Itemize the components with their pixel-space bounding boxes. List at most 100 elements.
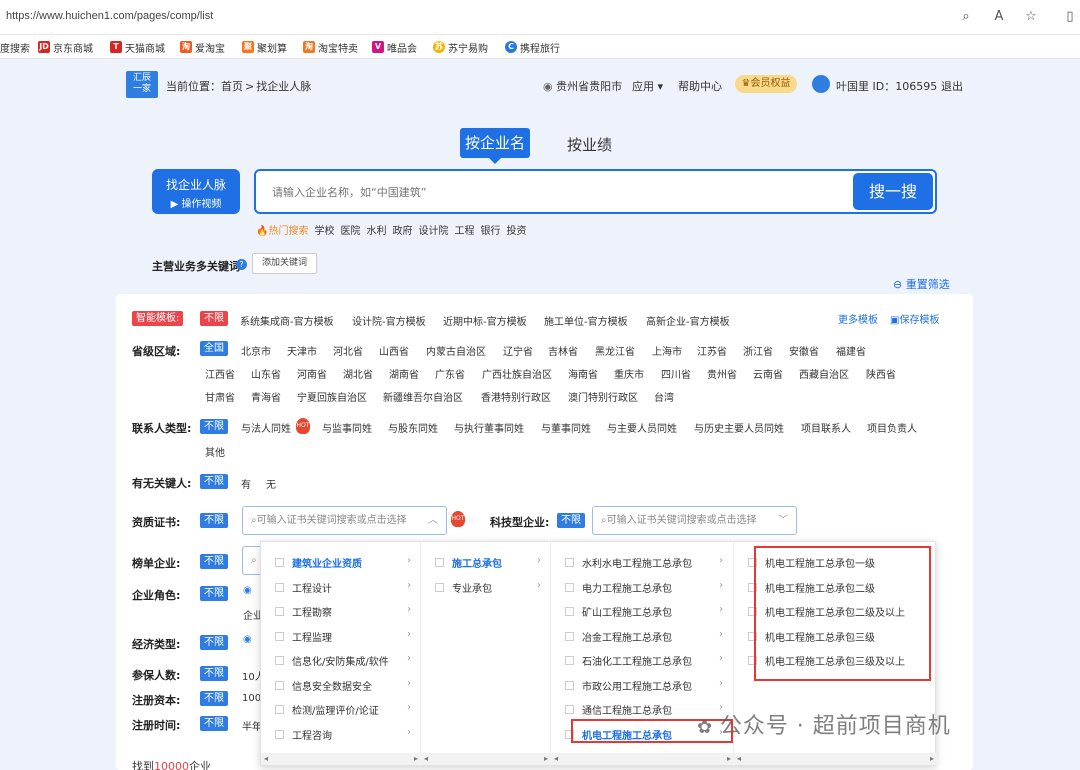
contact-option[interactable]: 与执行董事同姓 — [454, 420, 524, 435]
role-unlimited[interactable]: 不限 — [200, 586, 228, 601]
cascade-item[interactable]: 检测/监理评价/论证 — [275, 702, 379, 717]
region-option[interactable]: 台湾 — [654, 389, 674, 404]
region-option[interactable]: 澳门特别行政区 — [568, 389, 638, 404]
region-option[interactable]: 四川省 — [661, 366, 691, 381]
cascade-item[interactable]: 通信工程施工总承包 — [565, 702, 672, 717]
split-screen-icon[interactable]: ▯ — [1062, 9, 1078, 25]
scrollbar[interactable]: ◂ ▸ — [421, 753, 551, 765]
logout-link[interactable]: 退出 — [941, 78, 963, 94]
cascade-item[interactable]: 专业承包 — [435, 580, 492, 595]
cascade-item[interactable]: 信息安全数据安全 — [275, 678, 372, 693]
radio-icon[interactable]: ◉ — [243, 634, 252, 645]
checkbox[interactable] — [275, 656, 284, 665]
search-input[interactable] — [272, 184, 772, 200]
region-option[interactable]: 福建省 — [836, 343, 866, 358]
region-option[interactable]: 河北省 — [333, 343, 363, 358]
cascade-item[interactable]: 市政公用工程施工总承包 — [565, 678, 692, 693]
hot-search-link[interactable]: 设计院 — [418, 222, 448, 237]
checkbox[interactable] — [565, 631, 574, 641]
contact-option[interactable]: 其他 — [205, 444, 225, 459]
checkbox[interactable] — [565, 558, 574, 567]
region-option[interactable]: 内蒙古自治区 — [426, 343, 486, 358]
region-option[interactable]: 云南省 — [753, 366, 783, 381]
find-contacts-button[interactable]: 找企业人脉 ▶ 操作视频 — [152, 169, 240, 214]
apps-menu[interactable]: 应用 ▾ — [632, 78, 663, 94]
template-option[interactable]: 近期中标-官方模板 — [443, 313, 527, 328]
capital-unlimited[interactable]: 不限 — [200, 691, 228, 706]
ranking-unlimited[interactable]: 不限 — [200, 554, 228, 569]
avatar[interactable] — [812, 75, 830, 93]
checkbox[interactable] — [275, 582, 284, 592]
hot-search-link[interactable]: 水利 — [366, 222, 386, 237]
template-option[interactable]: 高新企业-官方模板 — [646, 313, 730, 328]
bookmark-baidu[interactable]: 度搜索 — [0, 39, 30, 55]
contact-option[interactable]: 与股东同姓 — [388, 420, 438, 435]
bookmark-jd[interactable]: JD 京东商城 — [38, 39, 93, 55]
template-unlimited[interactable]: 不限 — [200, 311, 228, 326]
economy-unlimited[interactable]: 不限 — [200, 635, 228, 650]
cascade-item[interactable]: 工程监理 — [275, 629, 332, 644]
cascade-item[interactable]: 工程设计 — [275, 580, 332, 595]
regtime-option[interactable]: 半年 — [242, 718, 262, 733]
checkbox[interactable] — [565, 582, 574, 592]
zoom-icon[interactable]: ⌕ — [958, 9, 974, 25]
tab-by-performance[interactable]: 按业绩 — [567, 134, 612, 155]
region-option[interactable]: 陕西省 — [866, 366, 896, 381]
region-option[interactable]: 山东省 — [251, 366, 281, 381]
bookmark-tmall[interactable]: T 天猫商城 — [110, 39, 165, 55]
region-option[interactable]: 重庆市 — [614, 366, 644, 381]
hot-search-link[interactable]: 医院 — [340, 222, 360, 237]
region-option[interactable]: 广东省 — [435, 366, 465, 381]
read-aloud-icon[interactable]: A — [991, 9, 1007, 25]
checkbox[interactable] — [275, 729, 284, 739]
hot-search-link[interactable]: 工程 — [454, 222, 474, 237]
bookmark-taobao[interactable]: 淘淘宝特卖 — [303, 39, 358, 55]
tab-by-company-name[interactable]: 按企业名 — [460, 128, 530, 158]
contact-option[interactable]: 与主要人员同姓 — [607, 420, 677, 435]
contact-option[interactable]: 项目负责人 — [867, 420, 917, 435]
reset-filters-button[interactable]: ⊖ 重置筛选 — [893, 276, 950, 292]
region-option[interactable]: 新疆维吾尔自治区 — [383, 389, 463, 404]
contact-unlimited[interactable]: 不限 — [200, 419, 228, 434]
help-question-icon[interactable]: ? — [236, 259, 247, 270]
cascade-item[interactable]: 建筑业企业资质 — [275, 555, 362, 570]
region-option[interactable]: 海南省 — [568, 366, 598, 381]
bookmark-aitaobao[interactable]: 淘爱淘宝 — [180, 39, 225, 55]
save-template-button[interactable]: ▣保存模板 — [890, 311, 939, 326]
template-option[interactable]: 设计院-官方模板 — [352, 313, 426, 328]
region-option[interactable]: 辽宁省 — [503, 343, 533, 358]
contact-option[interactable]: 项目联系人 — [801, 420, 851, 435]
cascade-item[interactable]: 石油化工工程施工总承包 — [565, 653, 692, 668]
favorite-star-icon[interactable]: ☆ — [1023, 9, 1039, 25]
region-option[interactable]: 甘肃省 — [205, 389, 235, 404]
region-option[interactable]: 香港特别行政区 — [481, 389, 551, 404]
key-person-unlimited[interactable]: 不限 — [200, 474, 228, 489]
bookmark-vip[interactable]: V 唯品会 — [372, 39, 417, 55]
vip-benefits-button[interactable]: ♛会员权益 — [735, 75, 797, 93]
checkbox[interactable] — [275, 705, 284, 714]
hot-search-link[interactable]: 银行 — [480, 222, 500, 237]
checkbox[interactable] — [275, 607, 284, 616]
checkbox[interactable] — [565, 680, 574, 690]
checkbox[interactable] — [275, 558, 284, 567]
regtime-unlimited[interactable]: 不限 — [200, 716, 228, 731]
template-option[interactable]: 施工单位-官方模板 — [544, 313, 628, 328]
hot-search-link[interactable]: 政府 — [392, 222, 412, 237]
checkbox[interactable] — [565, 656, 574, 665]
scrollbar[interactable]: ◂ ▸ — [261, 753, 421, 765]
checkbox[interactable] — [565, 705, 574, 714]
region-option[interactable]: 天津市 — [287, 343, 317, 358]
region-option[interactable]: 宁夏回族自治区 — [297, 389, 367, 404]
region-option[interactable]: 贵州省 — [707, 366, 737, 381]
region-option[interactable]: 安徽省 — [789, 343, 819, 358]
cascade-item[interactable]: 信息化/安防集成/软件 — [275, 653, 389, 668]
region-option[interactable]: 江西省 — [205, 366, 235, 381]
region-option[interactable]: 湖北省 — [343, 366, 373, 381]
region-option[interactable]: 青海省 — [251, 389, 281, 404]
region-option[interactable]: 河南省 — [297, 366, 327, 381]
hot-search-link[interactable]: 学校 — [314, 222, 334, 237]
contact-option[interactable]: 与历史主要人员同姓 — [694, 420, 784, 435]
add-keyword-button[interactable]: 添加关键词 — [252, 253, 317, 274]
region-all[interactable]: 全国 — [200, 341, 228, 356]
checkbox[interactable] — [275, 680, 284, 690]
